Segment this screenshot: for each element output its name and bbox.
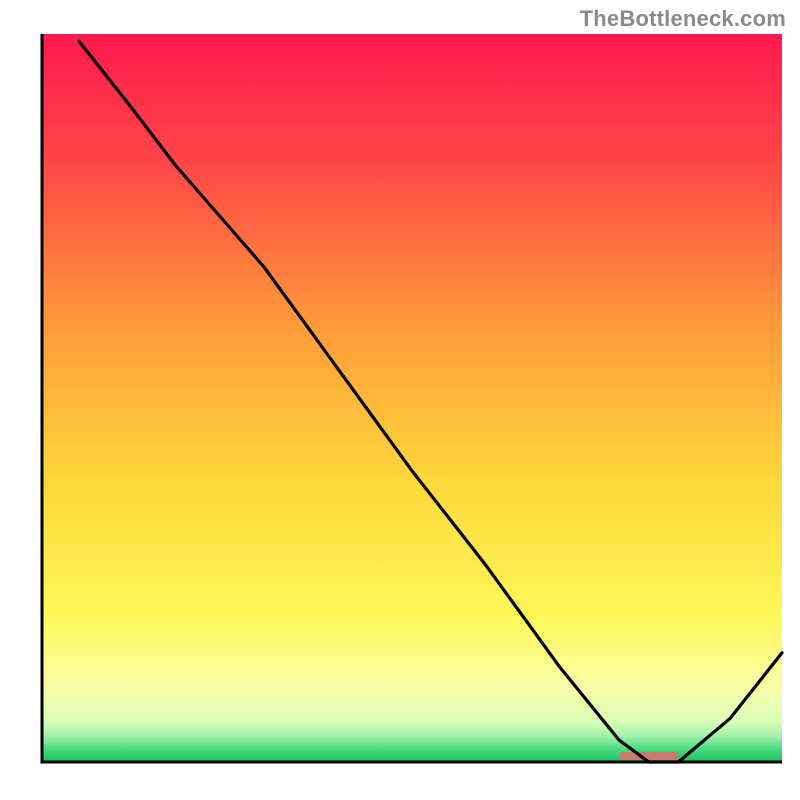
bottleneck-chart [0, 0, 800, 800]
minimum-marker [619, 752, 678, 760]
plot-background [42, 34, 782, 762]
chart-container: TheBottleneck.com [0, 0, 800, 800]
attribution-label: TheBottleneck.com [580, 6, 786, 32]
